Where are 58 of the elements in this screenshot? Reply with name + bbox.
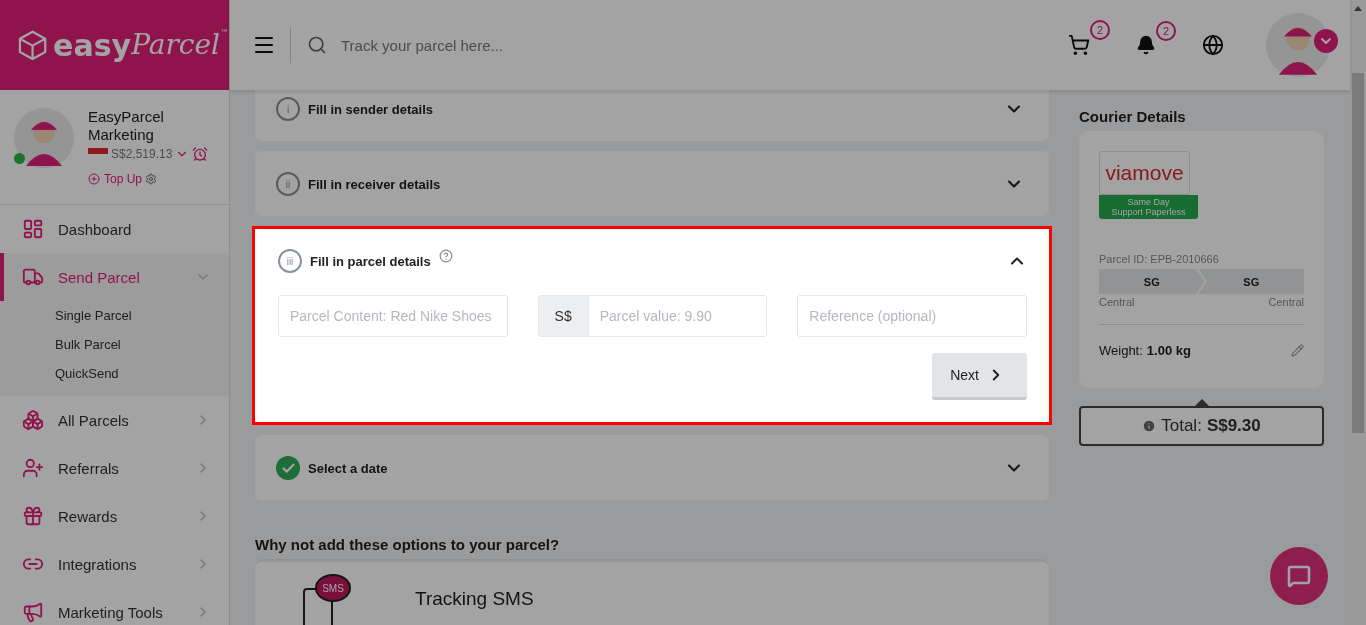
- step-title: Select a date: [308, 460, 388, 476]
- chat-icon: [1287, 564, 1311, 588]
- top-up-link[interactable]: Top Up: [88, 172, 143, 186]
- plus-circle-icon: [88, 173, 100, 185]
- help-icon[interactable]: [438, 249, 453, 263]
- profile-avatar: [14, 108, 74, 168]
- balance: S$2,519.13: [111, 147, 173, 161]
- dashboard-icon: [22, 218, 44, 240]
- service-tag: Same Day Support Paperless: [1099, 195, 1198, 219]
- chevron-down-icon[interactable]: [1314, 29, 1338, 53]
- step-title: Fill in receiver details: [308, 176, 441, 192]
- weight-value: 1.00 kg: [1146, 343, 1191, 358]
- step-title: Fill in sender details: [308, 101, 433, 117]
- nav-item[interactable]: Dashboard: [0, 205, 229, 253]
- total-value: S$9.30: [1206, 416, 1261, 436]
- globe-icon[interactable]: [1200, 32, 1226, 58]
- alarm-clock-icon[interactable]: [192, 146, 209, 162]
- cart-icon[interactable]: [1066, 32, 1092, 58]
- search-icon: [307, 35, 327, 55]
- settings-icon[interactable]: [145, 173, 158, 185]
- input-field[interactable]: Parcel Content: Red Nike Shoes: [278, 295, 508, 337]
- notification-count: 2: [1156, 21, 1176, 41]
- step-title: Fill in parcel details: [310, 253, 431, 269]
- nav-subitem[interactable]: Bulk Parcel: [55, 330, 229, 359]
- nav-subitem[interactable]: Single Parcel: [55, 301, 229, 330]
- nav-item[interactable]: All Parcels: [0, 396, 229, 444]
- region-label: Central: [1099, 296, 1135, 308]
- pencil-icon[interactable]: [1291, 344, 1304, 357]
- add-people-icon: [22, 457, 44, 479]
- chat-button[interactable]: [1270, 547, 1328, 605]
- total-label: Total:: [1161, 416, 1202, 436]
- account-name: EasyParcel Marketing: [88, 108, 165, 144]
- gift-icon: [22, 505, 44, 527]
- user-avatar: [1266, 13, 1330, 77]
- region-label: Central: [1268, 296, 1304, 308]
- megaphone-icon: [22, 601, 44, 623]
- info-icon[interactable]: [1142, 419, 1157, 433]
- nav-item[interactable]: Referrals: [0, 444, 229, 492]
- parcel-id: Parcel ID: EPB-2010666: [1099, 253, 1220, 265]
- boxes-icon: [22, 409, 44, 431]
- step-number: iii: [278, 249, 302, 273]
- courier-logo: viamove: [1099, 151, 1190, 195]
- sms-bubble: SMS: [315, 574, 351, 602]
- option-title: Tracking SMS: [415, 588, 534, 610]
- nav-item[interactable]: Rewards: [0, 492, 229, 540]
- route-origin: SG: [1099, 269, 1205, 294]
- input-field[interactable]: Reference (optional): [797, 295, 1027, 337]
- panel-heading: Courier Details: [1079, 108, 1187, 125]
- input-field[interactable]: S$ Parcel value: 9.90: [537, 295, 768, 337]
- truck-icon: [22, 266, 44, 288]
- nav-item[interactable]: Integrations: [0, 540, 229, 588]
- cart-count: 2: [1090, 20, 1110, 40]
- next-button[interactable]: Next: [932, 353, 1027, 400]
- weight-label: Weight:: [1099, 343, 1143, 358]
- section-heading: Why not add these options to your parcel?: [255, 536, 561, 553]
- nav-subitem[interactable]: QuickSend: [55, 359, 229, 388]
- route-destination: SG: [1198, 269, 1304, 294]
- nav-item[interactable]: Marketing Tools: [0, 588, 229, 625]
